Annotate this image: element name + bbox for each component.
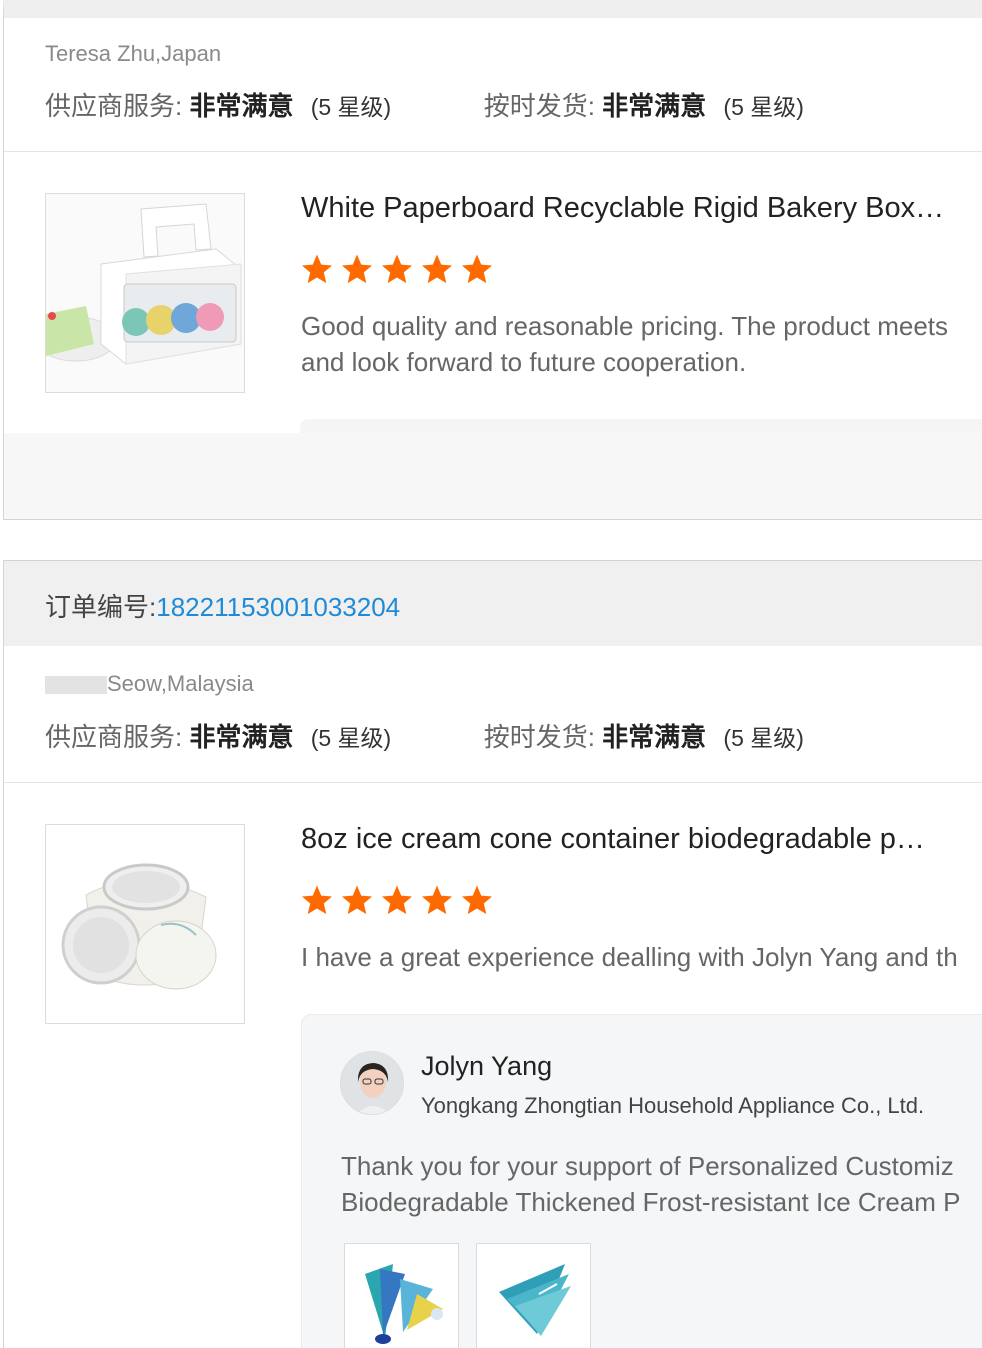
buyer-name: Seow,Malaysia bbox=[45, 671, 254, 697]
on-time-value: 非常满意 bbox=[602, 91, 707, 121]
seller-name: Jolyn Yang bbox=[421, 1051, 553, 1081]
star-icon bbox=[460, 883, 494, 922]
rating-summary: 供应商服务: 非常满意 (5 星级) 按时发货: 非常满意 (5 星级) bbox=[45, 86, 804, 123]
supplier-service-level: (5 星级) bbox=[310, 94, 392, 120]
product-title-link[interactable]: 8oz ice cream cone container biodegradab… bbox=[301, 823, 925, 856]
star-icon bbox=[420, 252, 454, 291]
reply-product-image[interactable] bbox=[476, 1243, 591, 1348]
review-text: I have a great experience dealling with … bbox=[301, 942, 958, 972]
review-line: Good quality and reasonable pricing. The… bbox=[301, 311, 949, 341]
supplier-service-value: 非常满意 bbox=[189, 722, 294, 752]
review-line: and look forward to future cooperation. bbox=[301, 347, 747, 377]
supplier-service-label: 供应商服务: bbox=[45, 91, 183, 121]
reply-line: Thank you for your support of Personaliz… bbox=[341, 1151, 954, 1181]
reply-box-edge bbox=[300, 419, 982, 433]
seller-company[interactable]: Yongkang Zhongtian Household Appliance C… bbox=[421, 1093, 924, 1119]
supplier-service-label: 供应商服务: bbox=[45, 722, 183, 752]
review-text: Good quality and reasonable pricing. The… bbox=[301, 308, 982, 380]
bakery-box-image[interactable] bbox=[45, 193, 245, 393]
supplier-service-level: (5 星级) bbox=[310, 725, 392, 751]
review-card: 订单编号:18221153001033204 Seow,Malaysia 供应商… bbox=[3, 560, 982, 1348]
reply-line: Biodegradable Thickened Frost-resistant … bbox=[341, 1187, 961, 1217]
supplier-service-value: 非常满意 bbox=[189, 91, 294, 121]
divider bbox=[4, 782, 982, 783]
on-time-label: 按时发货: bbox=[483, 722, 595, 752]
rating-summary: 供应商服务: 非常满意 (5 星级) 按时发货: 非常满意 (5 星级) bbox=[45, 717, 804, 754]
on-time-level: (5 星级) bbox=[723, 94, 804, 120]
redacted-name bbox=[45, 676, 107, 695]
paper-cup-image[interactable] bbox=[45, 824, 245, 1024]
star-icon bbox=[380, 252, 414, 291]
reply-product-image[interactable] bbox=[344, 1243, 459, 1348]
star-icon bbox=[340, 252, 374, 291]
star-rating bbox=[300, 252, 494, 291]
order-number-label: 订单编号: bbox=[45, 592, 157, 622]
order-number: 订单编号:18221153001033204 bbox=[45, 587, 400, 624]
reply-text: Thank you for your support of Personaliz… bbox=[341, 1148, 982, 1220]
star-icon bbox=[340, 883, 374, 922]
order-number-link[interactable]: 18221153001033204 bbox=[156, 592, 400, 622]
card-footer bbox=[4, 419, 982, 519]
star-icon bbox=[420, 883, 454, 922]
star-icon bbox=[300, 252, 334, 291]
divider bbox=[4, 151, 982, 152]
star-rating bbox=[300, 883, 494, 922]
seller-reply: Jolyn Yang Yongkang Zhongtian Household … bbox=[301, 1014, 982, 1348]
on-time-label: 按时发货: bbox=[483, 91, 595, 121]
star-icon bbox=[460, 252, 494, 291]
buyer-name-text: Seow,Malaysia bbox=[107, 671, 254, 696]
order-header: 订单编号:18221153001033204 bbox=[4, 561, 982, 646]
on-time-value: 非常满意 bbox=[602, 722, 707, 752]
seller-avatar bbox=[340, 1051, 404, 1115]
review-card: Teresa Zhu,Japan 供应商服务: 非常满意 (5 星级) 按时发货… bbox=[3, 0, 982, 520]
star-icon bbox=[300, 883, 334, 922]
product-title-link[interactable]: White Paperboard Recyclable Rigid Bakery… bbox=[301, 192, 944, 225]
star-icon bbox=[380, 883, 414, 922]
buyer-name: Teresa Zhu,Japan bbox=[45, 41, 222, 66]
on-time-level: (5 星级) bbox=[723, 725, 804, 751]
